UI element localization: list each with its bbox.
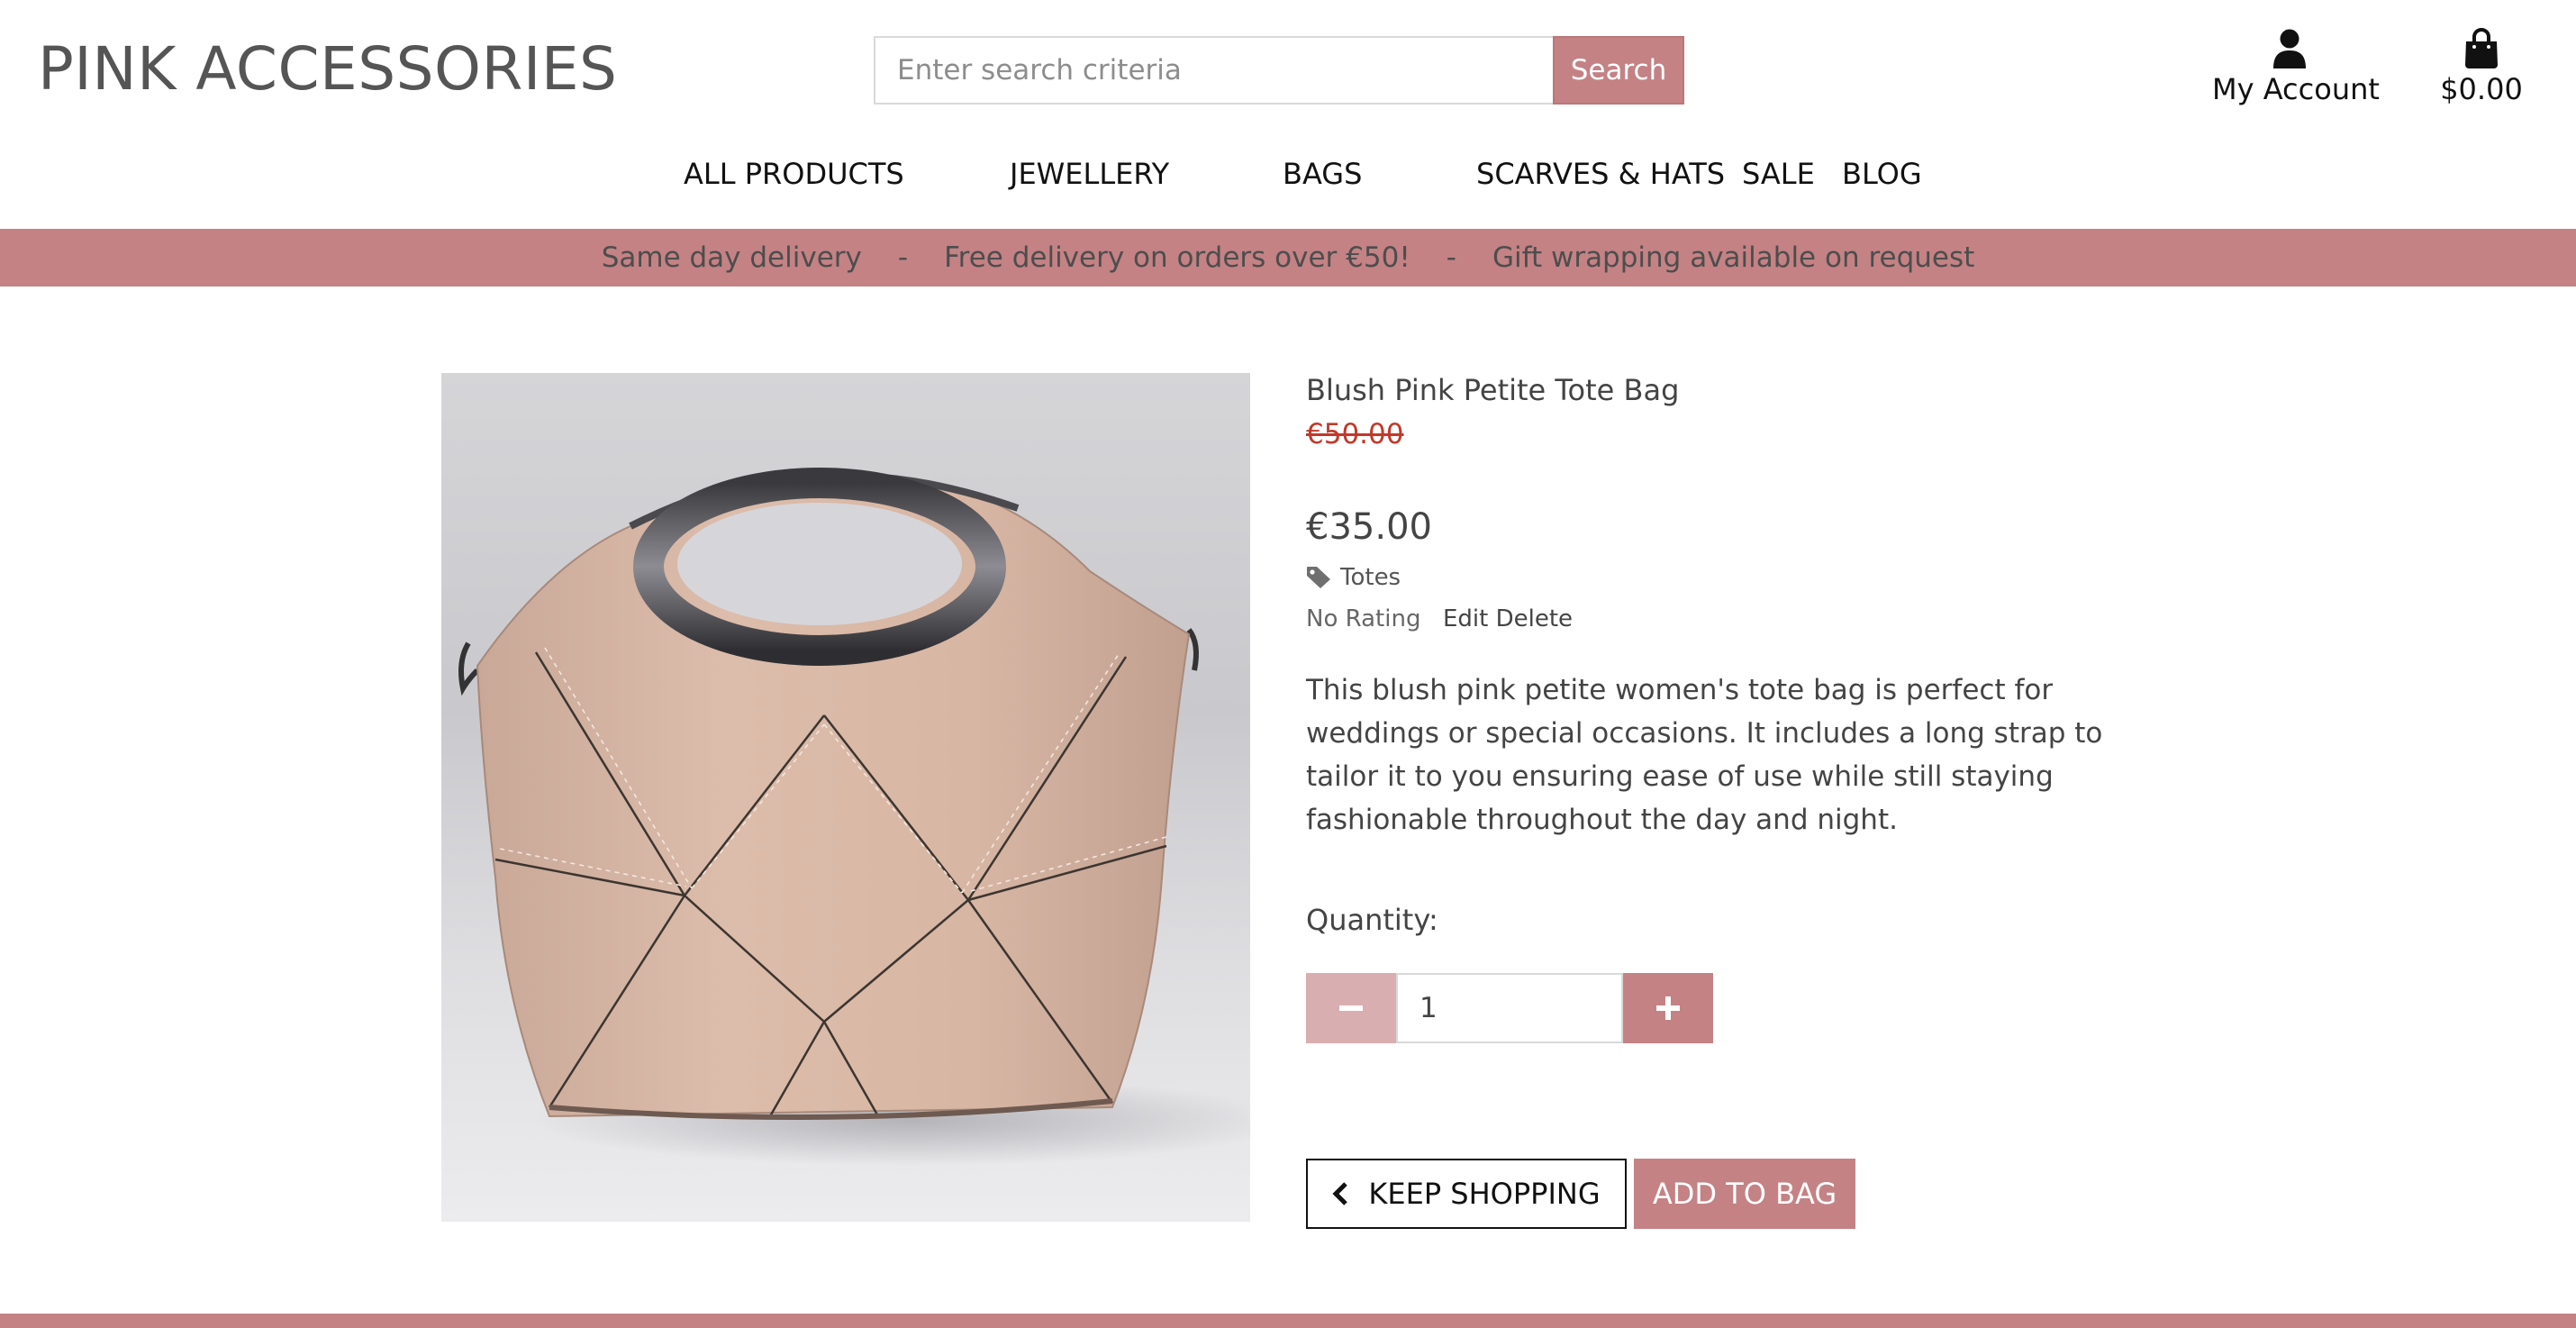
banner-separator: - (897, 241, 909, 274)
search-button[interactable]: Search (1553, 36, 1684, 105)
keep-shopping-label: KEEP SHOPPING (1368, 1177, 1601, 1211)
edit-link[interactable]: Edit (1443, 605, 1488, 632)
nav-bags[interactable]: BAGS (1283, 157, 1362, 191)
add-to-bag-button[interactable]: ADD TO BAG (1634, 1159, 1855, 1229)
admin-actions: Edit Delete (1443, 605, 1573, 632)
quantity-input[interactable] (1396, 973, 1623, 1043)
my-account-link[interactable]: My Account (2212, 25, 2380, 106)
footer-strip (0, 1314, 2576, 1328)
search-form: Search (874, 36, 1684, 105)
site-header: PINK ACCESSORIES Search My Account $0.00… (0, 0, 2576, 229)
minus-icon (1339, 1005, 1363, 1011)
main-nav: ALL PRODUCTS JEWELLERY BAGS SCARVES & HA… (0, 151, 2576, 205)
sale-price: €35.00 (1306, 506, 1432, 548)
product-description: This blush pink petite women's tote bag … (1306, 674, 2103, 836)
banner-separator: - (1446, 241, 1456, 274)
banner-free-delivery: Free delivery on orders over €50! (944, 241, 1410, 274)
nav-jewellery[interactable]: JEWELLERY (1010, 157, 1169, 191)
site-logo[interactable]: PINK ACCESSORIES (38, 32, 617, 106)
chevron-left-icon (1332, 1182, 1348, 1205)
keep-shopping-button[interactable]: KEEP SHOPPING (1306, 1159, 1627, 1229)
tag-icon (1307, 567, 1330, 588)
nav-all-products[interactable]: ALL PRODUCTS (684, 157, 904, 191)
quantity-stepper (1306, 973, 1713, 1043)
tote-bag-illustration (458, 468, 1250, 1166)
increment-button[interactable] (1623, 973, 1713, 1043)
bag-total: $0.00 (2440, 72, 2523, 106)
delete-link[interactable]: Delete (1496, 605, 1573, 632)
decrement-button[interactable] (1306, 973, 1396, 1043)
search-input[interactable] (874, 36, 1553, 105)
delivery-banner: Same day delivery - Free delivery on ord… (0, 229, 2576, 287)
nav-sale[interactable]: SALE (1742, 157, 1815, 191)
product-image (441, 373, 1250, 1222)
product-category[interactable]: Totes (1306, 564, 1401, 591)
banner-gift-wrapping: Gift wrapping available on request (1492, 241, 1975, 274)
quantity-label: Quantity: (1306, 903, 1438, 937)
plus-icon (1656, 996, 1680, 1020)
nav-blog[interactable]: BLOG (1842, 157, 1922, 191)
user-icon (2273, 29, 2306, 68)
product-name: Blush Pink Petite Tote Bag (1306, 373, 1680, 407)
original-price: €50.00 (1306, 418, 1404, 450)
banner-same-day: Same day delivery (601, 241, 862, 274)
category-label: Totes (1340, 564, 1401, 591)
nav-scarves-hats[interactable]: SCARVES & HATS (1476, 157, 1725, 191)
my-account-label: My Account (2212, 72, 2380, 106)
product-rating: No Rating (1306, 605, 1421, 632)
shopping-bag-icon (2465, 28, 2498, 68)
shopping-bag-link[interactable]: $0.00 (2432, 25, 2531, 106)
